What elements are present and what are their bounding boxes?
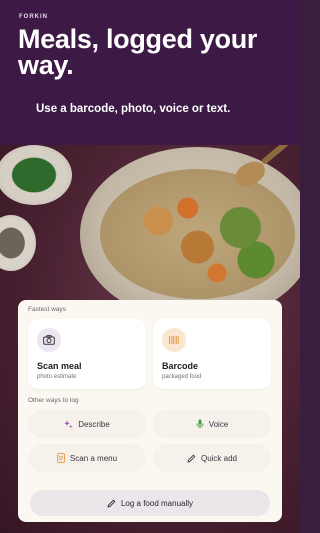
spoon-handle-image — [260, 145, 296, 166]
scan-menu-button[interactable]: Scan a menu — [28, 444, 146, 472]
scan-meal-button[interactable]: Scan meal photo estimate — [28, 319, 146, 389]
describe-label: Describe — [78, 419, 110, 429]
quick-add-button[interactable]: Quick add — [153, 444, 271, 472]
herb-bowl-image — [0, 145, 72, 205]
barcode-subtitle: packaged food — [162, 374, 202, 380]
log-food-manually-button[interactable]: Log a food manually — [30, 490, 270, 516]
page-title: Meals, logged your way. — [18, 24, 258, 80]
other-ways-label: Other ways to log — [28, 397, 79, 404]
quick-add-label: Quick add — [200, 453, 238, 463]
sparkle-icon — [64, 420, 73, 429]
log-food-manually-label: Log a food manually — [120, 498, 194, 508]
brand-logo: FORKIN — [19, 14, 48, 20]
menu-icon — [57, 453, 65, 463]
barcode-button[interactable]: Barcode packaged food — [153, 319, 271, 389]
describe-button[interactable]: Describe — [28, 410, 146, 438]
fastest-ways-label: Fastest ways — [28, 306, 66, 313]
microphone-icon — [196, 419, 204, 429]
scan-meal-subtitle: photo estimate — [37, 374, 77, 380]
meal-food-image — [100, 169, 295, 299]
scan-meal-title: Scan meal — [37, 361, 82, 371]
pencil-icon — [107, 499, 116, 508]
log-options-card: Fastest ways Scan meal photo estimate Ba… — [18, 300, 282, 522]
camera-icon — [37, 328, 61, 352]
pepper-bowl-image — [0, 215, 36, 271]
voice-button[interactable]: Voice — [153, 410, 271, 438]
voice-label: Voice — [208, 419, 229, 429]
hero-header: FORKIN Meals, logged your way. Use a bar… — [0, 0, 300, 145]
barcode-title: Barcode — [162, 361, 199, 371]
barcode-icon — [162, 328, 186, 352]
page-subtitle: Use a barcode, photo, voice or text. — [36, 103, 231, 115]
scan-menu-label: Scan a menu — [69, 453, 118, 463]
pencil-icon — [187, 454, 196, 463]
